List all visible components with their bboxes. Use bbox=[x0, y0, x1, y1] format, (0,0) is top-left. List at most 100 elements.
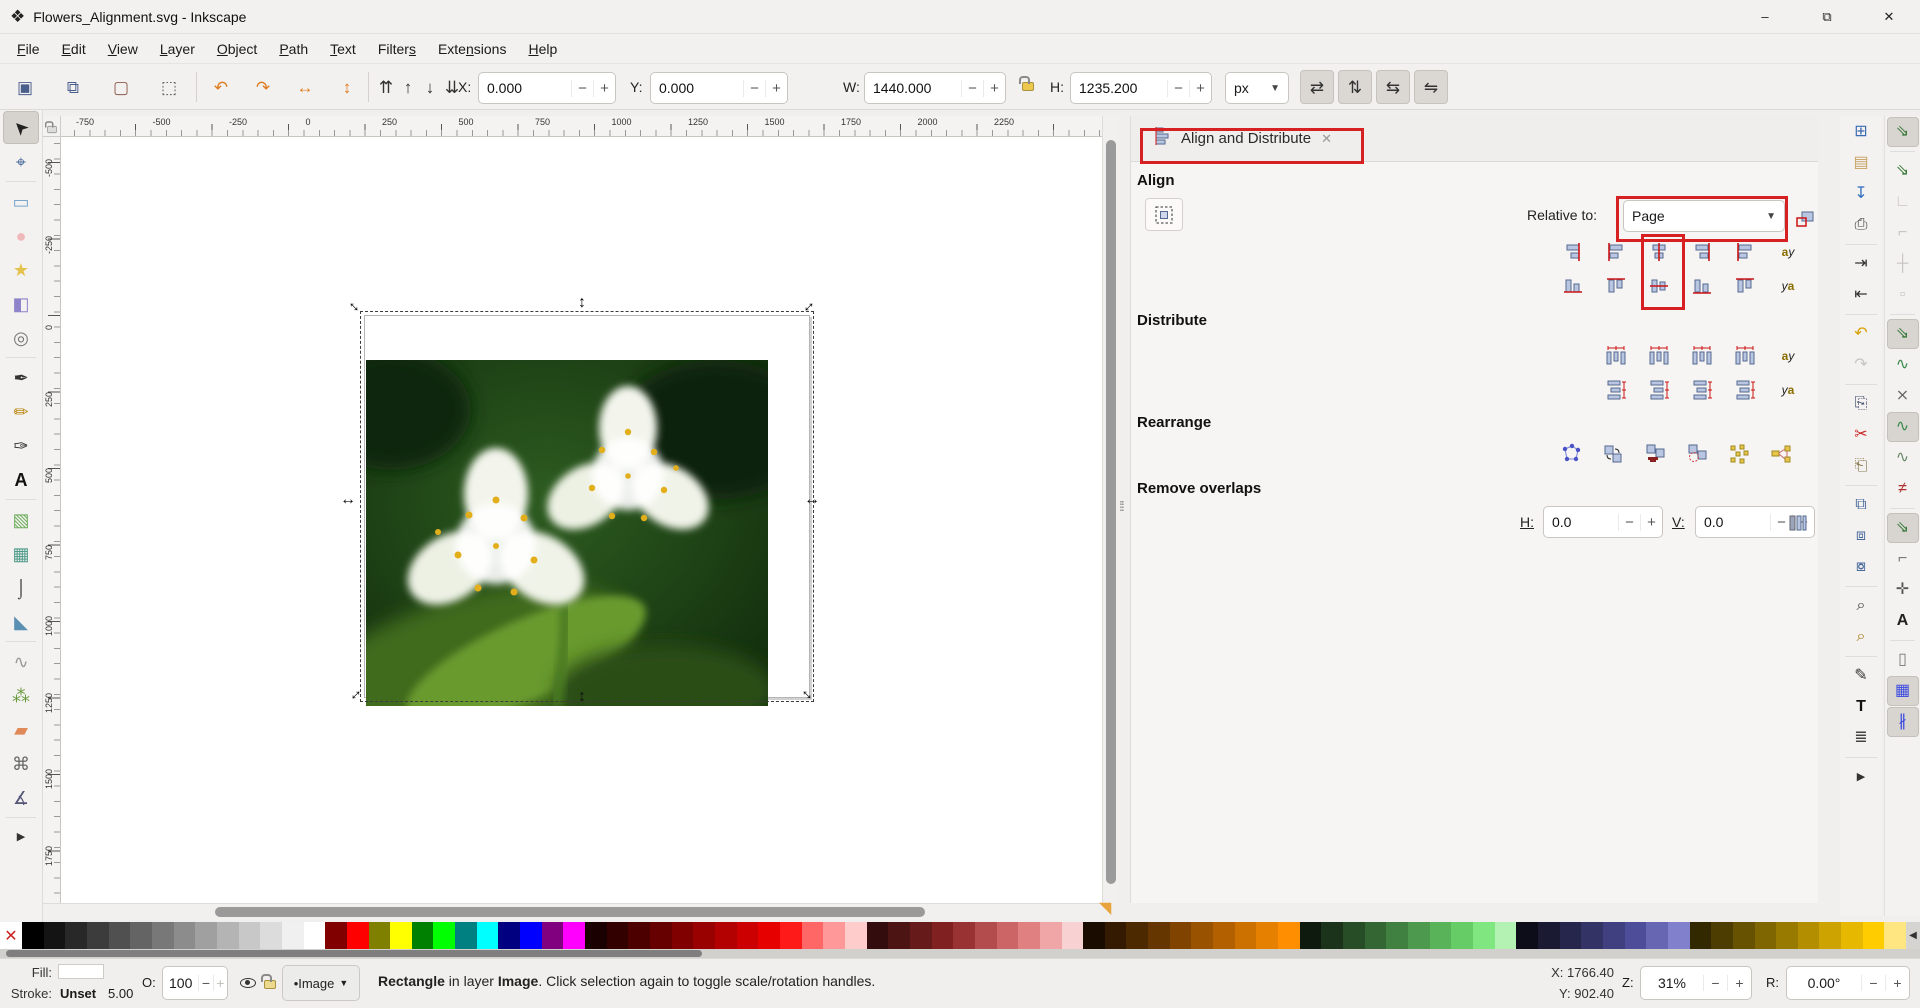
palette-scrollbar[interactable] bbox=[0, 949, 1920, 958]
overlap-v-value[interactable]: 0.0 bbox=[1696, 514, 1770, 530]
stroke-value[interactable]: Unset bbox=[60, 986, 96, 1001]
opacity-plus[interactable]: + bbox=[213, 975, 227, 991]
color-swatch[interactable] bbox=[304, 922, 326, 949]
ellipse-tool[interactable]: ● bbox=[3, 219, 39, 252]
exchange-positions-zorder-button[interactable] bbox=[1637, 438, 1673, 470]
color-swatch[interactable] bbox=[737, 922, 759, 949]
menu-filters[interactable]: Filters bbox=[367, 37, 427, 61]
snap-enable-toggle[interactable]: ⇘ bbox=[1887, 117, 1919, 147]
text-tool[interactable]: A bbox=[3, 463, 39, 496]
color-swatch[interactable] bbox=[1126, 922, 1148, 949]
color-swatch[interactable] bbox=[130, 922, 152, 949]
color-swatch[interactable] bbox=[758, 922, 780, 949]
color-swatch[interactable] bbox=[1321, 922, 1343, 949]
copy-button[interactable]: ⎘ bbox=[1845, 389, 1877, 419]
current-layer-dropdown[interactable]: •Image ▼ bbox=[282, 965, 360, 1001]
menu-path[interactable]: Path bbox=[268, 37, 319, 61]
w-plus-button[interactable]: + bbox=[983, 80, 1005, 97]
color-swatch[interactable] bbox=[628, 922, 650, 949]
calligraphy-tool[interactable]: ✑ bbox=[3, 429, 39, 462]
snap-paths-toggle[interactable]: ∿ bbox=[1887, 350, 1919, 380]
overlap-h-field[interactable]: 0.0 −+ bbox=[1543, 506, 1663, 538]
h-field[interactable]: 1235.200 −+ bbox=[1070, 72, 1212, 104]
color-swatch[interactable] bbox=[1473, 922, 1495, 949]
lock-width-height-toggle[interactable] bbox=[1022, 82, 1034, 91]
selection-handle-n[interactable]: ↕ bbox=[578, 295, 586, 311]
color-swatch[interactable] bbox=[845, 922, 867, 949]
panel-tab-title[interactable]: Align and Distribute bbox=[1181, 130, 1311, 147]
palette-overflow-arrow[interactable]: ◀ bbox=[1906, 922, 1920, 949]
x-field[interactable]: 0.000 −+ bbox=[478, 72, 616, 104]
color-swatch[interactable] bbox=[260, 922, 282, 949]
node-editor-tool[interactable]: ⌖ bbox=[3, 145, 39, 178]
align-top-edges-button[interactable] bbox=[1598, 270, 1634, 302]
snap-midpoints-toggle[interactable]: ≠ bbox=[1887, 474, 1919, 504]
color-swatch[interactable] bbox=[390, 922, 412, 949]
menu-text[interactable]: Text bbox=[319, 37, 367, 61]
color-swatch[interactable] bbox=[412, 922, 434, 949]
canvas-corner-badge-icon[interactable]: ◥ bbox=[1099, 898, 1111, 918]
snap-grid-toggle[interactable]: ▦ bbox=[1887, 676, 1919, 706]
menu-object[interactable]: Object bbox=[206, 37, 268, 61]
select-all-button[interactable]: ▣ bbox=[8, 70, 42, 104]
color-swatch[interactable] bbox=[520, 922, 542, 949]
x-plus-button[interactable]: + bbox=[593, 80, 615, 97]
distribute-text-anchors-horizontal-button[interactable]: ay bbox=[1770, 340, 1806, 372]
rotate-cw-button[interactable]: ↷ bbox=[246, 70, 280, 104]
color-swatch[interactable] bbox=[498, 922, 520, 949]
commands-overflow[interactable]: ▶ bbox=[1845, 762, 1877, 792]
tweak-tool[interactable]: ∿ bbox=[3, 645, 39, 678]
flip-vertical-button[interactable]: ↕ bbox=[330, 70, 364, 104]
color-swatch[interactable] bbox=[239, 922, 261, 949]
selection-handle-w[interactable]: ↔ bbox=[340, 492, 356, 508]
snap-bounding-box-toggle[interactable]: ⇘ bbox=[1887, 156, 1919, 186]
redo-button[interactable]: ↷ bbox=[1845, 350, 1877, 380]
color-swatch[interactable] bbox=[1343, 922, 1365, 949]
h-plus-button[interactable]: + bbox=[1189, 80, 1211, 97]
color-swatch[interactable] bbox=[1776, 922, 1798, 949]
selection-handle-e[interactable]: ↔ bbox=[804, 492, 820, 508]
remove-overlaps-button[interactable] bbox=[1783, 506, 1815, 539]
color-swatch[interactable] bbox=[1105, 922, 1127, 949]
distribute-equal-vertical-gaps-button[interactable] bbox=[1727, 374, 1763, 406]
y-minus-button[interactable]: − bbox=[743, 80, 765, 97]
open-document-button[interactable]: ▤ bbox=[1845, 148, 1877, 178]
menu-file[interactable]: File bbox=[6, 37, 51, 61]
color-swatch[interactable] bbox=[174, 922, 196, 949]
arrange-connector-network-button[interactable] bbox=[1553, 438, 1589, 470]
mesh-gradient-tool[interactable]: ▦ bbox=[3, 537, 39, 570]
menu-extensions[interactable]: Extensions bbox=[427, 37, 518, 61]
paint-bucket-tool[interactable]: ◣ bbox=[3, 605, 39, 638]
w-field[interactable]: 1440.000 −+ bbox=[864, 72, 1006, 104]
raise-to-top-button[interactable]: ⇈ bbox=[376, 70, 396, 104]
menu-view[interactable]: View bbox=[97, 37, 149, 61]
duplicate-button[interactable]: ⧉ bbox=[1845, 490, 1877, 520]
vertical-scrollbar[interactable] bbox=[1102, 116, 1118, 903]
distribute-centers-horizontal-button[interactable] bbox=[1641, 340, 1677, 372]
maximize-button[interactable]: ⧉ bbox=[1796, 0, 1858, 33]
save-document-button[interactable]: ↧ bbox=[1845, 179, 1877, 209]
color-swatch[interactable] bbox=[1235, 922, 1257, 949]
panel-close-icon[interactable]: ✕ bbox=[1321, 131, 1332, 147]
color-swatch[interactable] bbox=[1408, 922, 1430, 949]
rotation-minus[interactable]: − bbox=[1861, 975, 1885, 991]
flip-horizontal-button[interactable]: ↔ bbox=[288, 70, 322, 104]
color-swatch[interactable] bbox=[867, 922, 889, 949]
selector-tool[interactable]: ➤ bbox=[3, 111, 39, 144]
opacity-field[interactable]: 100 −+ bbox=[162, 966, 228, 1000]
y-field-value[interactable]: 0.000 bbox=[651, 80, 743, 96]
color-swatch[interactable] bbox=[1603, 922, 1625, 949]
pencil-tool[interactable]: ✏ bbox=[3, 395, 39, 428]
color-swatch[interactable] bbox=[1300, 922, 1322, 949]
selection-handle-s[interactable]: ↕ bbox=[578, 689, 586, 705]
snap-text-baseline-toggle[interactable]: A bbox=[1887, 606, 1919, 636]
color-swatch[interactable] bbox=[433, 922, 455, 949]
distribute-equal-horizontal-gaps-button[interactable] bbox=[1727, 340, 1763, 372]
scale-corners-toggle[interactable]: ⇅ bbox=[1338, 70, 1372, 104]
horizontal-scrollbar-thumb[interactable] bbox=[215, 907, 925, 917]
overlap-h-minus[interactable]: − bbox=[1618, 514, 1640, 531]
color-swatch[interactable] bbox=[1495, 922, 1517, 949]
cut-button[interactable]: ✂ bbox=[1845, 420, 1877, 450]
color-swatch[interactable] bbox=[1386, 922, 1408, 949]
color-swatch[interactable] bbox=[1798, 922, 1820, 949]
